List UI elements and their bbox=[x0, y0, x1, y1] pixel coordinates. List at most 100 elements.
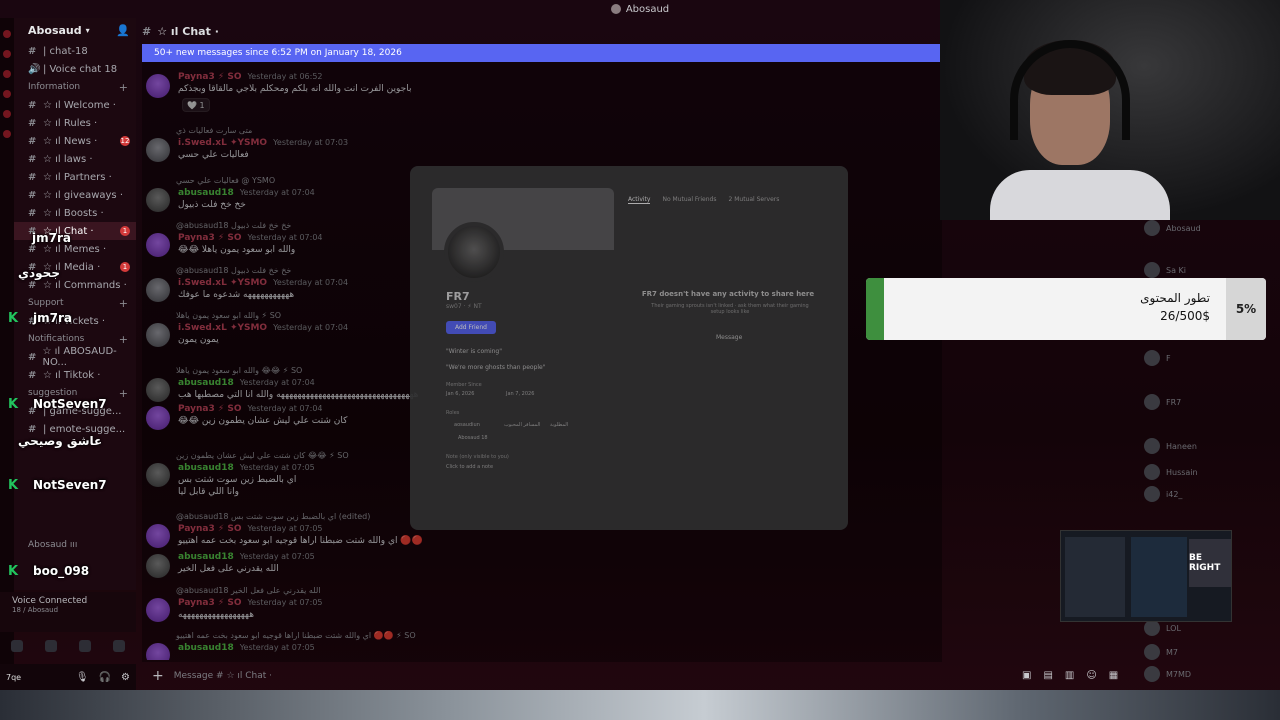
channel-label: | emote-sugge... bbox=[43, 423, 126, 435]
headphones-icon[interactable]: 🎧 bbox=[99, 672, 111, 683]
member-item[interactable]: Sa Ki bbox=[1144, 262, 1186, 278]
soundboard-icon[interactable] bbox=[113, 640, 125, 652]
member-item[interactable]: LOL bbox=[1144, 620, 1181, 636]
note-input[interactable]: Click to add a note bbox=[446, 464, 493, 470]
avatar bbox=[1144, 262, 1160, 278]
server-icon[interactable] bbox=[3, 110, 11, 118]
message-composer[interactable]: + Message # ☆ ıl Chat · bbox=[142, 664, 942, 688]
tab-activity[interactable]: Activity bbox=[628, 196, 651, 204]
category-label: Information bbox=[28, 82, 81, 92]
sidebar-channel[interactable]: # | chat-18 bbox=[14, 42, 136, 60]
profile-avatar bbox=[444, 222, 504, 282]
hash-icon: # bbox=[28, 135, 37, 147]
apps-icon[interactable]: ▦ bbox=[1109, 670, 1118, 681]
sidebar-channel[interactable]: # ☆ ıl Tiktok · bbox=[14, 366, 136, 384]
window-title: Abosaud bbox=[625, 3, 670, 15]
member-item[interactable]: M7MD bbox=[1144, 666, 1191, 682]
screen-share-icon[interactable] bbox=[45, 640, 57, 652]
channel-label: ☆ ıl Rules · bbox=[43, 117, 98, 129]
sidebar-channel[interactable]: # ☆ ıl laws · bbox=[14, 150, 136, 168]
add-channel-icon[interactable]: + bbox=[119, 81, 128, 94]
stream-preview-thumbnail[interactable]: BE RIGHT bbox=[1060, 530, 1232, 622]
webcam-person-shirt bbox=[990, 170, 1170, 220]
server-icon[interactable] bbox=[3, 90, 11, 98]
member-item[interactable]: FR7 bbox=[1144, 394, 1181, 410]
channel-label: | chat-18 bbox=[43, 45, 88, 57]
hash-icon: # bbox=[28, 189, 37, 201]
camera-icon[interactable] bbox=[11, 640, 23, 652]
member-item[interactable]: F bbox=[1144, 350, 1171, 366]
add-friend-button[interactable]: Add Friend bbox=[446, 321, 496, 334]
add-channel-icon[interactable]: + bbox=[119, 333, 128, 346]
add-channel-icon[interactable]: + bbox=[119, 387, 128, 400]
user-panel: 7qe 🎙 🎧 ⚙ bbox=[0, 664, 136, 690]
server-icon[interactable] bbox=[3, 70, 11, 78]
kick-logo-icon: K bbox=[8, 564, 19, 579]
profile-bio-line: "We're more ghosts than people" bbox=[446, 364, 546, 371]
member-since-label: Member Since bbox=[446, 382, 482, 388]
member-name: FR7 bbox=[1166, 397, 1182, 407]
sidebar-channel[interactable]: # ☆ ıl Rules · bbox=[14, 114, 136, 132]
server-header[interactable]: Abosaud ▾ 👤 bbox=[14, 18, 136, 42]
app-logo-icon bbox=[610, 4, 621, 14]
channel-category[interactable]: Support + bbox=[14, 294, 136, 312]
hash-icon: # bbox=[28, 153, 37, 165]
avatar bbox=[1144, 644, 1160, 660]
add-member-icon[interactable]: 👤 bbox=[116, 24, 130, 37]
channel-label: ☆ ıl Welcome · bbox=[43, 99, 116, 111]
member-item[interactable]: Abosaud bbox=[1144, 220, 1201, 236]
avatar bbox=[1144, 438, 1160, 454]
sidebar-channel[interactable]: # ☆ ıl Partners · bbox=[14, 168, 136, 186]
gift-icon[interactable]: ▣ bbox=[1022, 670, 1031, 681]
activity-icon[interactable] bbox=[79, 640, 91, 652]
gear-icon[interactable]: ⚙ bbox=[121, 672, 130, 683]
username: 7qe bbox=[6, 672, 22, 682]
sidebar-channel[interactable]: # ☆ ıl ABOSAUD-NO... bbox=[14, 346, 136, 368]
unread-badge: 1 bbox=[120, 262, 130, 272]
overlay-name: boo_098 bbox=[33, 564, 90, 578]
member-item[interactable]: Haneen bbox=[1144, 438, 1197, 454]
new-messages-bar[interactable]: 50+ new messages since 6:52 PM on Januar… bbox=[142, 44, 941, 62]
hash-icon: # bbox=[28, 117, 37, 129]
attach-plus-icon[interactable]: + bbox=[152, 668, 164, 684]
server-icon[interactable] bbox=[3, 50, 11, 58]
server-icon[interactable] bbox=[3, 130, 11, 138]
message-button[interactable]: Message bbox=[716, 334, 742, 341]
server-name: Abosaud bbox=[28, 23, 82, 37]
gif-icon[interactable]: ▤ bbox=[1043, 670, 1052, 681]
hash-icon: # bbox=[28, 45, 37, 57]
member-item[interactable]: M7 bbox=[1144, 644, 1178, 660]
channel-label: ☆ ıl laws · bbox=[43, 153, 93, 165]
tab-mutual-servers[interactable]: 2 Mutual Servers bbox=[728, 196, 779, 204]
sidebar-channel[interactable]: 🔊 | Voice chat 18 bbox=[14, 60, 136, 78]
tab-mutual-friends[interactable]: No Mutual Friends bbox=[662, 196, 716, 204]
server-icon[interactable] bbox=[3, 30, 11, 38]
sidebar-channel[interactable]: # ☆ ıl Welcome · bbox=[14, 96, 136, 114]
voice-channel-label[interactable]: Abosaud ııı bbox=[14, 536, 77, 554]
emoji-icon[interactable]: ☺ bbox=[1086, 670, 1096, 681]
avatar bbox=[1144, 486, 1160, 502]
member-item[interactable]: i42_ bbox=[1144, 486, 1182, 502]
profile-handle: sw07 · ⚡ NT bbox=[446, 303, 482, 310]
channel-category[interactable]: Information + bbox=[14, 78, 136, 96]
member-item[interactable]: Hussain bbox=[1144, 464, 1198, 480]
add-channel-icon[interactable]: + bbox=[119, 297, 128, 310]
background-image-strip bbox=[0, 690, 1280, 720]
member-name: Hussain bbox=[1166, 467, 1198, 477]
avatar bbox=[1144, 394, 1160, 410]
avatar bbox=[1144, 220, 1160, 236]
sticker-icon[interactable]: ▥ bbox=[1065, 670, 1074, 681]
sidebar-channel[interactable]: # ☆ ıl Boosts · bbox=[14, 204, 136, 222]
sidebar-channel[interactable]: # ☆ ıl giveaways · bbox=[14, 186, 136, 204]
overlay-name: NotSeven7 bbox=[33, 397, 107, 411]
sidebar-channel[interactable]: # ☆ ıl News · 12 bbox=[14, 132, 136, 150]
role-tag: المسافر المحبوب bbox=[504, 422, 541, 428]
roles-label: Roles bbox=[446, 410, 460, 416]
microphone-icon[interactable]: 🎙 bbox=[76, 672, 89, 683]
hash-icon: # bbox=[28, 423, 37, 435]
overlay-name: jm7ra bbox=[32, 231, 71, 245]
donation-progress-fill bbox=[866, 278, 884, 340]
voice-connected-panel: Voice Connected 18 / Abosaud bbox=[0, 592, 136, 632]
member-since-date: Jan 6, 2026 bbox=[446, 391, 475, 397]
member-name: F bbox=[1166, 353, 1171, 363]
